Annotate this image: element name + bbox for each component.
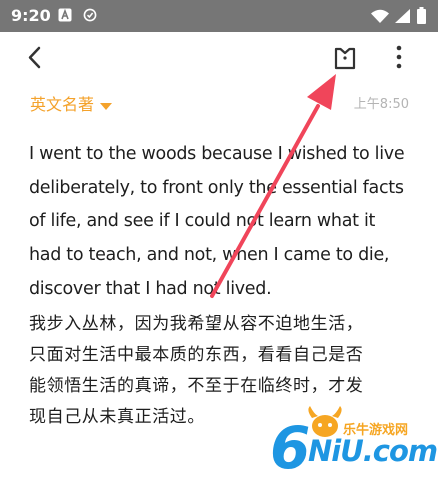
battery-icon [417,7,426,29]
text-line: deliberately, to front only the essentia… [29,177,404,198]
text-line: 我步入丛林，因为我希望从容不迫地生活， [29,313,364,334]
text-line: I went to the woods because I wished to … [29,144,405,164]
status-time: 9:20 [11,6,51,25]
text-line: 能领悟生活的真谛，不至于在临终时，才发 [29,376,364,397]
text-line: had to teach, and not, when I came to di… [29,245,390,266]
a-square-icon [58,8,72,27]
watermark-logo: 6 乐牛游戏网 NiU.com [268,404,438,480]
note-timestamp: 上午8:50 [353,97,409,112]
caret-down-icon [100,98,112,116]
tag-button[interactable] [332,44,358,72]
folder-selector[interactable]: 英文名著 [30,91,112,115]
toolbar [0,32,438,84]
folder-label: 英文名著 [30,95,95,114]
signal-icon [395,9,410,28]
bookmark-tag-icon [332,47,358,76]
note-body[interactable]: I went to the woods because I wished to … [29,138,429,434]
status-bar: 9:20 [0,0,438,32]
watermark-en-text: NiU.com [308,434,438,468]
text-line: discover that I had not lived. [29,278,272,299]
text-line: 只面对生活中最本质的东西，看看自己是否 [29,344,364,365]
note-english-paragraph: I went to the woods because I wished to … [29,138,429,307]
svg-text:6: 6 [270,414,310,480]
text-line: of life, and see if I could not learn wh… [29,211,376,232]
more-vert-icon [388,45,410,78]
back-arrow-icon [22,46,48,76]
back-button[interactable] [22,44,48,72]
sync-circle-icon [83,8,97,27]
note-meta-row: 英文名著 上午8:50 [0,84,438,118]
wifi-icon [371,9,389,28]
more-button[interactable] [388,42,410,74]
